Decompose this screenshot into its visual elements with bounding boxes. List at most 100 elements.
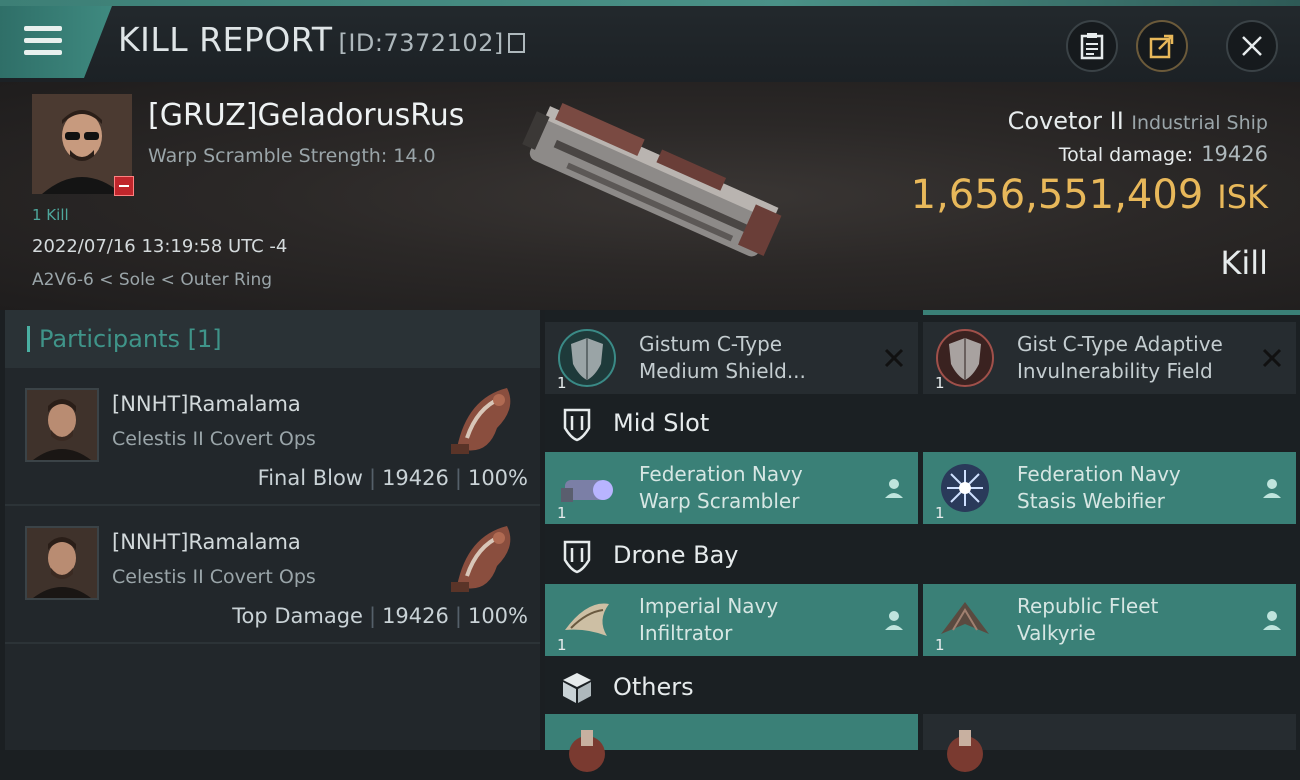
copy-id-icon[interactable] (507, 33, 525, 53)
destroyed-x-icon (1262, 348, 1282, 368)
drone-name-line2: Infiltrator (639, 621, 733, 645)
participant-row[interactable]: [NNHT]Ramalama Celestis II Covert Ops Fi… (5, 370, 540, 506)
participant-avatar[interactable] (25, 388, 99, 462)
pilot-icon[interactable] (1260, 476, 1284, 500)
module-name-line1: Gist C-Type Adaptive (1017, 332, 1223, 356)
victim-ship-image (522, 102, 782, 257)
victim-ship: Covetor II Industrial Ship (1008, 107, 1268, 135)
module-name-line1: Federation Navy (639, 462, 803, 486)
participant-stats: Top Damage | 19426 | 100% (232, 604, 528, 628)
module-item[interactable]: 1 Gist C-Type Adaptive Invulnerability F… (923, 322, 1296, 394)
total-damage-value: 19426 (1201, 142, 1268, 166)
title-bar: KILL REPORT [ID:7372102] (0, 0, 1300, 82)
participant-role: Final Blow (257, 466, 363, 490)
total-damage-label: Total damage: (1058, 144, 1194, 166)
participant-percent: 100% (467, 466, 528, 490)
close-button[interactable] (1226, 20, 1278, 72)
kill-outcome: Kill (1220, 244, 1268, 282)
module-name-line2: Invulnerability Field (1017, 359, 1213, 383)
participant-ship-image (451, 388, 511, 454)
participant-ship: Celestis II Covert Ops (112, 428, 316, 450)
fitting-panel: 1 Gistum C-Type Medium Shield... 1 Gist … (545, 310, 1300, 772)
victim-name[interactable]: [GRUZ]GeladorusRus (148, 98, 464, 133)
participant-damage: 19426 (382, 466, 449, 490)
drone-quantity: 1 (935, 636, 945, 654)
share-button[interactable] (1136, 20, 1188, 72)
participant-face-icon (27, 528, 97, 598)
cargo-box-icon (563, 673, 591, 703)
hostile-status-badge (114, 176, 134, 196)
kill-count: 1 Kill (32, 206, 69, 224)
pilot-icon[interactable] (882, 608, 906, 632)
participant-row[interactable]: [NNHT]Ramalama Celestis II Covert Ops To… (5, 508, 540, 644)
kill-summary-panel: [GRUZ]GeladorusRus Warp Scramble Strengt… (0, 82, 1300, 310)
title-text: KILL REPORT (118, 20, 333, 59)
report-id: [ID:7372102] (338, 29, 504, 57)
participant-avatar[interactable] (25, 526, 99, 600)
section-drone-bay: Drone Bay (545, 528, 1300, 584)
module-name-line2: Medium Shield... (639, 359, 806, 383)
total-damage: Total damage: 19426 (1059, 142, 1268, 166)
module-name-line1: Federation Navy (1017, 462, 1181, 486)
module-name-line1: Gistum C-Type (639, 332, 783, 356)
participants-header: Participants [1] (5, 310, 540, 368)
drone-item[interactable]: 1 Imperial Navy Infiltrator (545, 584, 918, 656)
close-icon (1242, 36, 1262, 56)
participants-title: Participants [1] (39, 325, 222, 353)
isk-amount: 1,656,551,409 (910, 172, 1204, 218)
ship-class: Industrial Ship (1131, 112, 1268, 134)
destroyed-x-icon (884, 348, 904, 368)
cargo-item[interactable] (923, 714, 1296, 772)
participant-percent: 100% (467, 604, 528, 628)
section-label: Mid Slot (613, 409, 710, 437)
participants-panel: Participants [1] [NNHT]Ramalama Celestis… (5, 310, 540, 750)
share-icon (1149, 34, 1174, 59)
pilot-icon[interactable] (1260, 608, 1284, 632)
pilot-icon[interactable] (882, 476, 906, 500)
drone-quantity: 1 (557, 636, 567, 654)
participants-header-accent (27, 326, 30, 352)
hamburger-menu-icon[interactable] (24, 26, 62, 58)
section-label: Drone Bay (613, 541, 739, 569)
section-others: Others (545, 660, 1300, 716)
menu-tab[interactable] (0, 6, 112, 78)
participant-face-icon (27, 390, 97, 460)
kill-location: A2V6-6 < Sole < Outer Ring (32, 270, 273, 290)
clipboard-icon (1080, 33, 1104, 60)
section-label: Others (613, 673, 694, 701)
participant-name[interactable]: [NNHT]Ramalama (112, 392, 301, 416)
participant-damage: 19426 (382, 604, 449, 628)
module-item[interactable]: 1 Gistum C-Type Medium Shield... (545, 322, 918, 394)
module-name-line2: Warp Scrambler (639, 489, 800, 513)
drone-name-line1: Republic Fleet (1017, 594, 1159, 618)
isk-value: 1,656,551,409 ISK (911, 172, 1268, 218)
ship-name: Covetor II (1007, 107, 1124, 135)
module-quantity: 1 (557, 504, 567, 522)
drone-bay-icon (563, 540, 591, 574)
participants-count: [1] (187, 325, 222, 353)
fitting-top-accent (923, 310, 1300, 315)
module-quantity: 1 (557, 374, 567, 392)
participant-ship-image (451, 526, 511, 592)
participant-ship: Celestis II Covert Ops (112, 566, 316, 588)
drone-name-line1: Imperial Navy (639, 594, 779, 618)
module-quantity: 1 (935, 374, 945, 392)
participant-role: Top Damage (232, 604, 363, 628)
warp-scramble-strength: Warp Scramble Strength: 14.0 (148, 145, 436, 167)
drone-name-line2: Valkyrie (1017, 621, 1096, 645)
participants-label: Participants (39, 325, 180, 353)
mid-slot-icon (563, 408, 591, 442)
page-title: KILL REPORT [ID:7372102] (118, 20, 525, 59)
module-item[interactable]: 1 Federation Navy Stasis Webifier (923, 452, 1296, 524)
cargo-item[interactable] (545, 714, 918, 772)
module-name-line2: Stasis Webifier (1017, 489, 1165, 513)
participant-name[interactable]: [NNHT]Ramalama (112, 530, 301, 554)
isk-unit: ISK (1217, 178, 1268, 216)
drone-item[interactable]: 1 Republic Fleet Valkyrie (923, 584, 1296, 656)
clipboard-button[interactable] (1066, 20, 1118, 72)
cargo-item-icon (947, 730, 983, 772)
title-bar-accent (0, 0, 1300, 6)
participant-stats: Final Blow | 19426 | 100% (257, 466, 528, 490)
section-mid-slot: Mid Slot (545, 396, 1300, 452)
module-item[interactable]: 1 Federation Navy Warp Scrambler (545, 452, 918, 524)
